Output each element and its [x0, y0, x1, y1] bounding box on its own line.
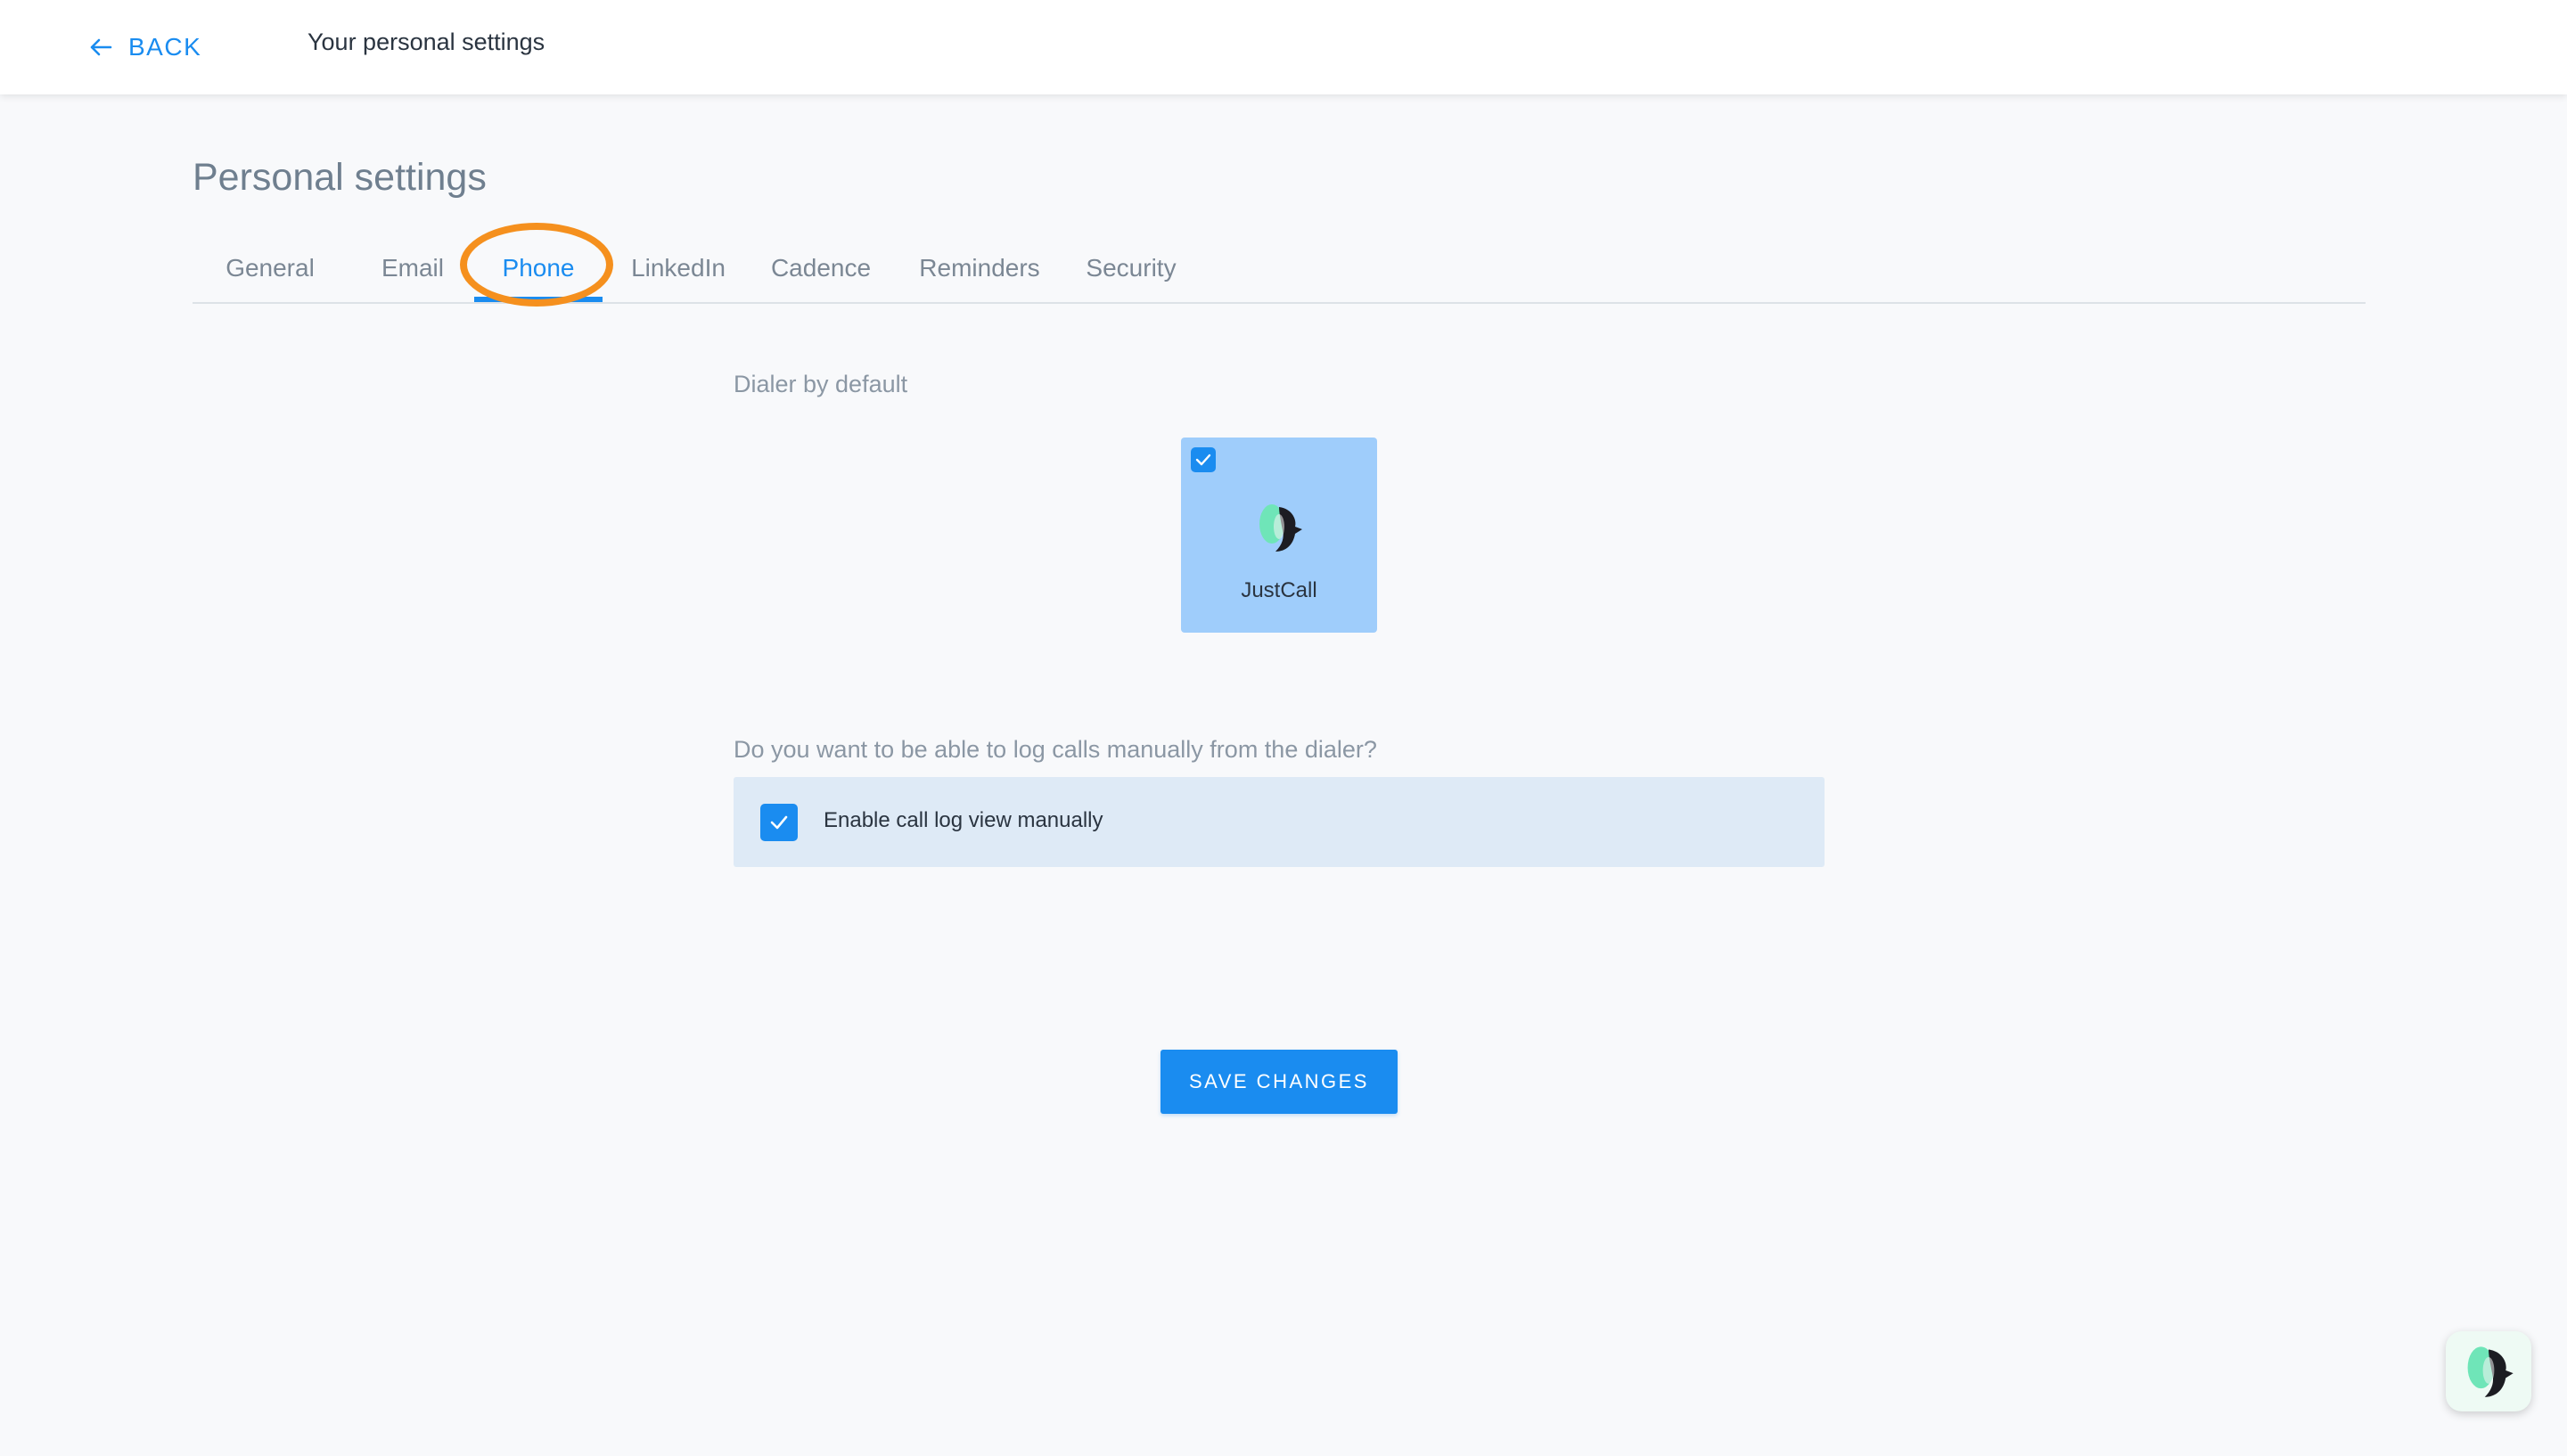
tab-general[interactable]: General — [209, 236, 332, 300]
enable-call-log-label: Enable call log view manually — [824, 808, 1103, 832]
save-changes-button[interactable]: SAVE CHANGES — [1160, 1050, 1398, 1114]
dialer-option-justcall[interactable]: JustCall — [1181, 438, 1377, 633]
tab-linkedin[interactable]: LinkedIn — [615, 236, 742, 300]
back-label: BACK — [128, 33, 202, 61]
checkmark-icon — [1195, 454, 1211, 466]
settings-tabs: General Email Phone LinkedIn Cadence Rem… — [193, 236, 2366, 304]
tab-reminders[interactable]: Reminders — [900, 236, 1059, 300]
enable-call-log-checkbox[interactable] — [760, 804, 798, 841]
tab-security[interactable]: Security — [1066, 236, 1196, 300]
tab-cadence[interactable]: Cadence — [754, 236, 888, 300]
dialer-selected-checkbox[interactable] — [1191, 447, 1216, 472]
top-bar: BACK Your personal settings — [0, 0, 2567, 94]
back-button[interactable]: BACK — [89, 27, 201, 68]
arrow-left-icon — [90, 38, 112, 56]
justcall-widget-button[interactable] — [2446, 1331, 2531, 1411]
dialer-section-label: Dialer by default — [734, 371, 908, 397]
tab-phone[interactable]: Phone — [474, 236, 603, 302]
page-title: Personal settings — [193, 156, 487, 199]
dialer-option-label: JustCall — [1241, 578, 1317, 602]
justcall-logo-icon — [2467, 1346, 2514, 1397]
checkmark-icon — [770, 815, 788, 830]
justcall-logo-icon — [1252, 500, 1306, 560]
top-bar-title: Your personal settings — [308, 29, 545, 55]
tab-email[interactable]: Email — [357, 236, 469, 300]
call-log-question: Do you want to be able to log calls manu… — [734, 736, 1377, 763]
call-log-option-row[interactable]: Enable call log view manually — [734, 777, 1825, 867]
